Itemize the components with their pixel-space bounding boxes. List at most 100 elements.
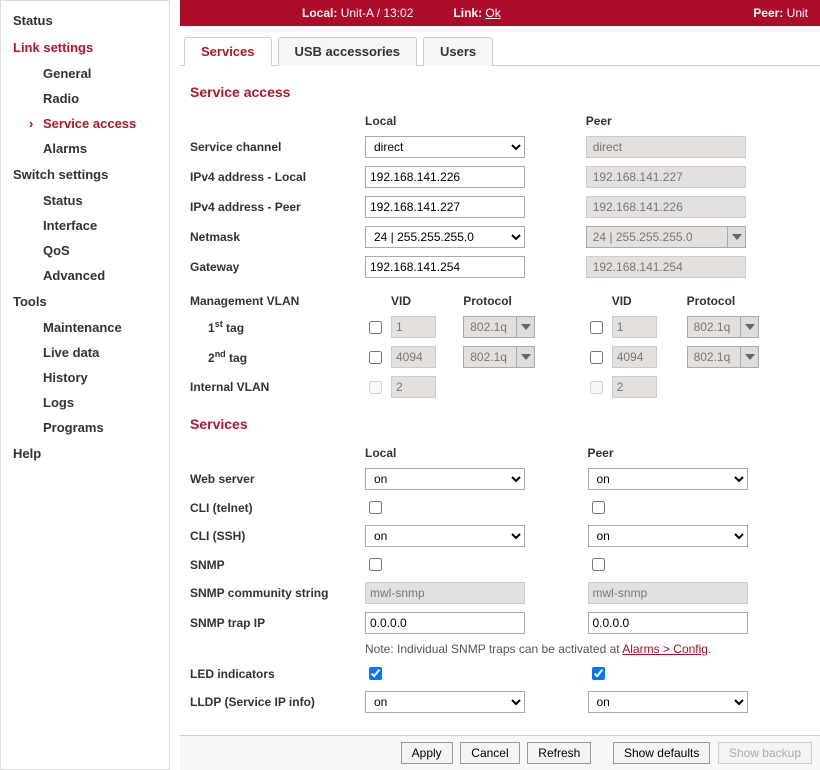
local-ipv4-local[interactable] [365,166,525,188]
lbl-mgmt-vlan: Management VLAN [190,290,365,312]
peer-tag1-proto: 802.1q [688,317,740,337]
lbl-cli-telnet: CLI (telnet) [190,494,365,521]
local-internal-vid [391,376,436,398]
lbl-service-channel: Service channel [190,132,365,162]
chevron-down-icon [740,347,758,367]
peer-led[interactable] [592,667,605,680]
lbl-internal-vlan: Internal VLAN [190,372,365,402]
nav-history[interactable]: History [1,365,169,390]
local-internal-enable [369,381,382,394]
chevron-down-icon [727,227,745,247]
main: Local: Unit-A / 13:02 Link: Ok Peer: Uni… [180,0,820,770]
topbar-peer-label: Peer: [753,6,783,20]
col-peer: Peer [586,110,810,132]
local-led[interactable] [369,667,382,680]
nav-help[interactable]: Help [1,440,169,467]
local-snmp[interactable] [369,558,382,571]
local-gateway[interactable] [365,256,525,278]
apply-button[interactable]: Apply [401,742,453,764]
tab-services[interactable]: Services [184,37,272,66]
topbar-local-value: Unit-A / 13:02 [341,6,414,20]
nav-switch-settings[interactable]: Switch settings [1,161,169,188]
nav-alarms[interactable]: Alarms [1,136,169,161]
nav-sw-status[interactable]: Status [1,188,169,213]
nav-live-data[interactable]: Live data [1,340,169,365]
topbar-link-label: Link: [453,6,482,20]
nav-general[interactable]: General [1,61,169,86]
peer-web-server[interactable]: on [588,468,748,490]
peer-snmp-trap[interactable] [588,612,748,634]
local-tag1-vid[interactable] [391,316,436,338]
cancel-button[interactable]: Cancel [460,742,519,764]
show-backup-button: Show backup [718,742,812,764]
local-web-server[interactable]: on [365,468,525,490]
nav-logs[interactable]: Logs [1,390,169,415]
peer-cli-ssh[interactable]: on [588,525,748,547]
local-tag1-enable[interactable] [369,321,382,334]
peer-netmask: 24 | 255.255.255.0 [587,227,727,247]
lbl-snmp-trap: SNMP trap IP [190,608,365,638]
topbar-peer-value: Unit [787,6,808,20]
footer-bar: Apply Cancel Refresh Show defaults Show … [180,735,820,770]
peer-tag1-enable[interactable] [590,321,603,334]
lbl-lldp: LLDP (Service IP info) [190,687,365,717]
tab-usb[interactable]: USB accessories [278,37,418,66]
peer-cli-telnet[interactable] [592,501,605,514]
lbl-snmp: SNMP [190,551,365,578]
col-local-proto: Protocol [463,290,573,312]
col-peer-vid: VID [612,290,687,312]
refresh-button[interactable]: Refresh [527,742,591,764]
sidebar: Status Link settings General Radio Servi… [0,0,170,770]
local-tag2-vid[interactable] [391,346,436,368]
chevron-down-icon [740,317,758,337]
alarms-config-link[interactable]: Alarms > Config [622,642,708,656]
local-cli-telnet[interactable] [369,501,382,514]
peer-ipv4-local: 192.168.141.227 [586,166,746,188]
local-service-channel[interactable]: direct [365,136,525,158]
show-defaults-button[interactable]: Show defaults [613,742,710,764]
peer-internal-vid [612,376,657,398]
peer-tag2-proto: 802.1q [688,347,740,367]
local-tag2-proto: 802.1q [464,347,516,367]
col-peer-proto: Protocol [687,290,802,312]
tab-users[interactable]: Users [423,37,493,66]
local-tag2-enable[interactable] [369,351,382,364]
peer-ipv4-peer: 192.168.141.226 [586,196,746,218]
nav-sw-interface[interactable]: Interface [1,213,169,238]
chevron-down-icon [516,347,534,367]
col-local-vid: VID [391,290,463,312]
nav-tools[interactable]: Tools [1,288,169,315]
peer-gateway: 192.168.141.254 [586,256,746,278]
lbl-web-server: Web server [190,464,365,494]
topbar-link-value[interactable]: Ok [485,6,500,20]
local-lldp[interactable]: on [365,691,525,713]
nav-maintenance[interactable]: Maintenance [1,315,169,340]
lbl-tag1: 1st tag [190,312,365,342]
nav-programs[interactable]: Programs [1,415,169,440]
local-cli-ssh[interactable]: on [365,525,525,547]
local-ipv4-peer[interactable] [365,196,525,218]
lbl-gateway: Gateway [190,252,365,282]
section-services: Services [190,416,810,432]
nav-status[interactable]: Status [1,7,169,34]
col-peer2: Peer [588,442,811,464]
nav-sw-advanced[interactable]: Advanced [1,263,169,288]
local-snmp-trap[interactable] [365,612,525,634]
peer-lldp[interactable]: on [588,691,748,713]
local-snmp-comm [365,582,525,604]
local-netmask[interactable]: 24 | 255.255.255.0 [365,226,525,248]
col-local2: Local [365,442,588,464]
local-tag1-proto: 802.1q [464,317,516,337]
nav-service-access[interactable]: Service access [1,111,169,136]
nav-radio[interactable]: Radio [1,86,169,111]
peer-internal-enable [590,381,603,394]
col-local: Local [365,110,586,132]
nav-sw-qos[interactable]: QoS [1,238,169,263]
nav-link-settings[interactable]: Link settings [1,34,169,61]
lbl-snmp-comm: SNMP community string [190,578,365,608]
section-service-access: Service access [190,84,810,100]
peer-tag2-enable[interactable] [590,351,603,364]
lbl-netmask: Netmask [190,222,365,252]
peer-snmp[interactable] [592,558,605,571]
peer-snmp-comm [588,582,748,604]
